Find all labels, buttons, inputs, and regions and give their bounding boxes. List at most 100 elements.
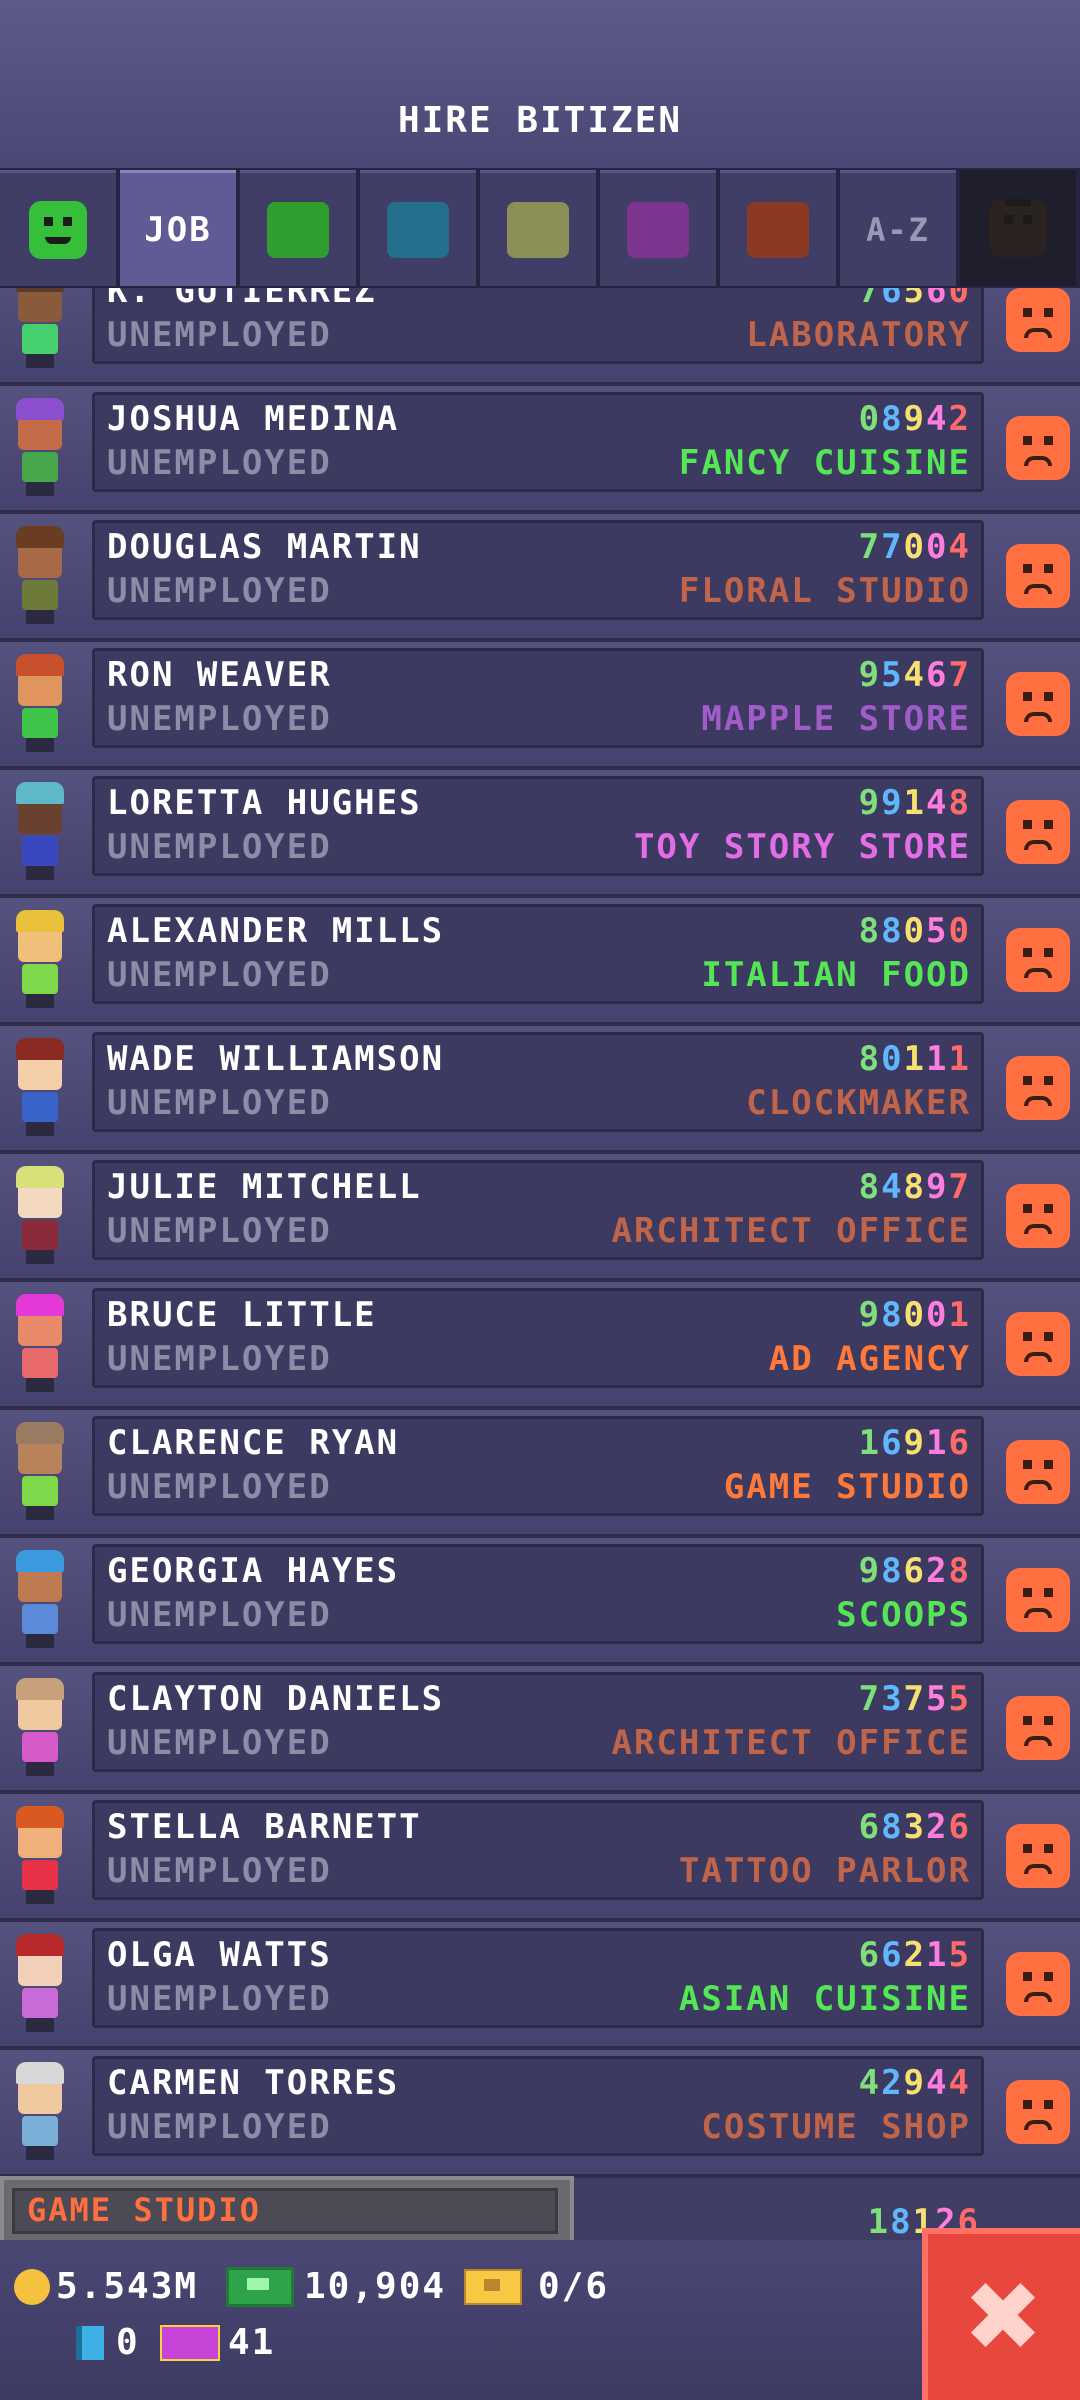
resident-skills: 98628 <box>858 1551 971 1591</box>
resident-skills: 66215 <box>858 1935 971 1975</box>
resident-card: ALEXANDER MILLS UNEMPLOYED 88050 ITALIAN FO… <box>92 904 984 1004</box>
resident-skills: 98001 <box>858 1295 971 1335</box>
resident-name: OLGA WATTS <box>107 1935 332 1975</box>
golden-ticket-icon <box>160 2324 220 2361</box>
resident-avatar <box>10 910 70 1010</box>
resident-dream-job: ASIAN CUISINE <box>678 1979 971 2019</box>
resident-skills: 73755 <box>858 1679 971 1719</box>
resident-row[interactable]: WADE WILLIAMSON UNEMPLOYED 80111 CLOCKMAKER <box>0 1026 1080 1154</box>
unhappy-face-icon <box>1006 2080 1070 2144</box>
unhappy-face-icon <box>1006 1824 1070 1888</box>
resident-skills: 88050 <box>858 911 971 951</box>
resident-name: ALEXANDER MILLS <box>107 911 445 951</box>
unhappy-face-icon <box>1006 416 1070 480</box>
resident-name: LORETTA HUGHES <box>107 783 422 823</box>
resident-name: DOUGLAS MARTIN <box>107 527 422 567</box>
resident-row[interactable]: JULIE MITCHELL UNEMPLOYED 84897 ARCHITECT O… <box>0 1154 1080 1282</box>
resident-status: UNEMPLOYED <box>107 1595 332 1635</box>
tab-retail-category[interactable] <box>600 170 716 286</box>
resident-card: BRUCE LITTLE UNEMPLOYED 98001 AD AGENCY <box>92 1288 984 1388</box>
resident-card: CLARENCE RYAN UNEMPLOYED 16916 GAME STUDIO <box>92 1416 984 1516</box>
tab-food-category[interactable] <box>240 170 356 286</box>
golden-tickets-stat: 41 <box>160 2322 275 2363</box>
elevator-upgrades-value: 0 <box>116 2322 140 2363</box>
resident-row[interactable]: CARMEN TORRES UNEMPLOYED 42944 COSTUME SHOP <box>0 2050 1080 2178</box>
resident-row[interactable]: CLARENCE RYAN UNEMPLOYED 16916 GAME STUDIO <box>0 1410 1080 1538</box>
resident-row[interactable]: CLAYTON DANIELS UNEMPLOYED 73755 ARCHITECT … <box>0 1666 1080 1794</box>
resident-card: JOSHUA MEDINA UNEMPLOYED 08942 FANCY CUISIN… <box>92 392 984 492</box>
resident-dream-job: TATTOO PARLOR <box>678 1851 971 1891</box>
resident-avatar <box>10 398 70 498</box>
tab-az[interactable]: A-Z <box>840 170 956 286</box>
resident-row[interactable]: K. GUTIERREZ UNEMPLOYED 76560 LABORATORY <box>0 288 1080 386</box>
resident-row[interactable]: GEORGIA HAYES UNEMPLOYED 98628 SCOOPS <box>0 1538 1080 1666</box>
resident-list[interactable]: K. GUTIERREZ UNEMPLOYED 76560 LABORATORY JOS… <box>0 288 1080 2248</box>
resident-avatar <box>10 654 70 754</box>
resident-card: DOUGLAS MARTIN UNEMPLOYED 77004 FLORAL STUD… <box>92 520 984 620</box>
resident-name: JULIE MITCHELL <box>107 1167 422 1207</box>
header: HIRE BITIZEN <box>0 0 1080 168</box>
elevator-upgrade-icon <box>76 2325 104 2360</box>
resident-name: RON WEAVER <box>107 655 332 695</box>
filter-tabs: JOB A-Z <box>0 168 1080 288</box>
recreation-category-swatch <box>507 201 569 258</box>
coins-stat: 5.543M <box>14 2266 198 2307</box>
resident-row[interactable]: STELLA BARNETT UNEMPLOYED 68326 TATTOO PARL… <box>0 1794 1080 1922</box>
resident-row[interactable]: RON WEAVER UNEMPLOYED 95467 MAPPLE STORE <box>0 642 1080 770</box>
resident-row[interactable]: OLGA WATTS UNEMPLOYED 66215 ASIAN CUISINE <box>0 1922 1080 2050</box>
resident-avatar <box>10 1550 70 1650</box>
golden-tickets-value: 41 <box>228 2322 276 2363</box>
resident-row[interactable]: JOSHUA MEDINA UNEMPLOYED 08942 FANCY CUISIN… <box>0 386 1080 514</box>
resident-skills: 99148 <box>858 783 971 823</box>
resident-avatar <box>10 1806 70 1906</box>
bux-stat: 10,904 <box>226 2266 446 2307</box>
unhappy-face-icon <box>1006 544 1070 608</box>
resident-card: JULIE MITCHELL UNEMPLOYED 84897 ARCHITECT O… <box>92 1160 984 1260</box>
resident-row[interactable]: DOUGLAS MARTIN UNEMPLOYED 77004 FLORAL STUD… <box>0 514 1080 642</box>
job-tooltip: GAME STUDIO <box>0 2176 574 2246</box>
resident-dream-job: MAPPLE STORE <box>701 699 971 739</box>
resident-name: CLARENCE RYAN <box>107 1423 400 1463</box>
close-button[interactable]: ✖ <box>922 2228 1080 2400</box>
tab-job[interactable]: JOB <box>120 170 236 286</box>
resident-name: CLAYTON DANIELS <box>107 1679 445 1719</box>
tab-unhappy-face[interactable] <box>960 170 1076 286</box>
resident-avatar <box>10 1166 70 1266</box>
resident-status: UNEMPLOYED <box>107 955 332 995</box>
resident-row[interactable]: ALEXANDER MILLS UNEMPLOYED 88050 ITALIAN FO… <box>0 898 1080 1026</box>
resident-card: K. GUTIERREZ UNEMPLOYED 76560 LABORATORY <box>92 288 984 364</box>
tab-recreation-category[interactable] <box>480 170 596 286</box>
resident-dream-job: ARCHITECT OFFICE <box>611 1211 971 1251</box>
resident-avatar <box>10 1038 70 1138</box>
resident-skills: 16916 <box>858 1423 971 1463</box>
tab-happy-face[interactable] <box>0 170 116 286</box>
resident-row[interactable]: LORETTA HUGHES UNEMPLOYED 99148 TOY STORY S… <box>0 770 1080 898</box>
resident-skills: 84897 <box>858 1167 971 1207</box>
creative-category-swatch <box>747 201 809 258</box>
resident-status: UNEMPLOYED <box>107 827 332 867</box>
resident-status: UNEMPLOYED <box>107 571 332 611</box>
elevator-upgrades-stat: 0 <box>76 2322 140 2363</box>
resident-dream-job: LABORATORY <box>746 315 971 355</box>
tab-service-category[interactable] <box>360 170 476 286</box>
resident-skills: 95467 <box>858 655 971 695</box>
retail-category-swatch <box>627 201 689 258</box>
unhappy-face-icon <box>1006 672 1070 736</box>
resident-avatar <box>10 288 70 370</box>
resident-name: WADE WILLIAMSON <box>107 1039 445 1079</box>
happy-face-icon <box>29 200 87 259</box>
bottom-bar: 5.543M 10,904 0/6 0 41 <box>0 2240 1080 2400</box>
unhappy-face-icon <box>1006 1440 1070 1504</box>
resident-row[interactable]: BRUCE LITTLE UNEMPLOYED 98001 AD AGENCY <box>0 1282 1080 1410</box>
resident-status: UNEMPLOYED <box>107 1467 332 1507</box>
resident-avatar <box>10 1934 70 2034</box>
resident-card: OLGA WATTS UNEMPLOYED 66215 ASIAN CUISINE <box>92 1928 984 2028</box>
resident-status: UNEMPLOYED <box>107 1083 332 1123</box>
resident-status: UNEMPLOYED <box>107 1723 332 1763</box>
bux-icon <box>226 2266 294 2307</box>
resident-avatar <box>10 1422 70 1522</box>
resident-card: WADE WILLIAMSON UNEMPLOYED 80111 CLOCKMAKER <box>92 1032 984 1132</box>
resident-dream-job: CLOCKMAKER <box>746 1083 971 1123</box>
tab-creative-category[interactable] <box>720 170 836 286</box>
resident-avatar <box>10 782 70 882</box>
